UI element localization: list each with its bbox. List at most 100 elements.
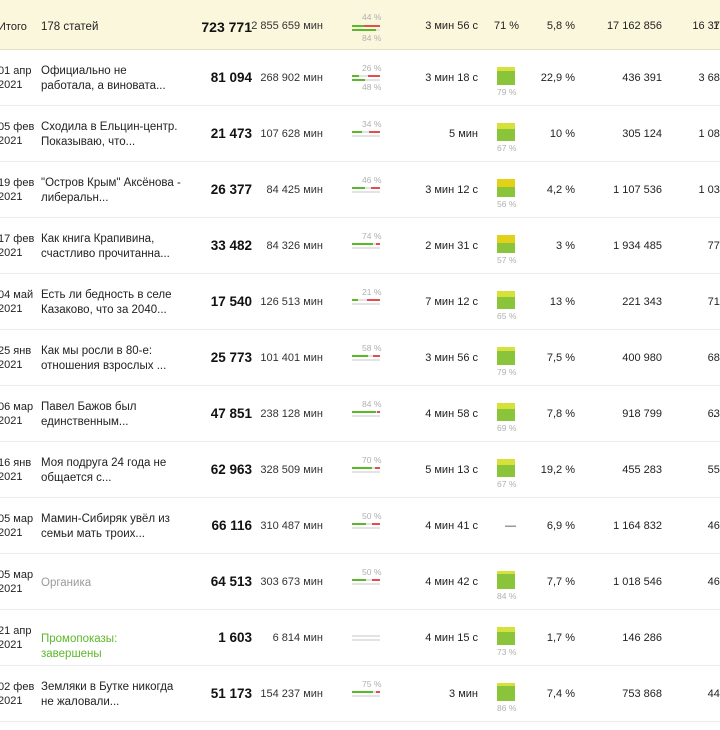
article-row[interactable]: 06 мар 2021 Павел Бажов был единственным..… xyxy=(0,386,720,442)
ctr-top-percent: 74 % xyxy=(362,231,382,241)
article-views: 25 773 xyxy=(210,350,252,365)
total-read-rate: 71 % xyxy=(494,20,520,32)
publish-date: 21 апр 2021 xyxy=(0,624,38,652)
count: 1 084 xyxy=(698,128,720,140)
subscription-rate: 7,5 % xyxy=(546,352,575,364)
publish-date: 19 фев 2021 xyxy=(0,176,38,204)
ctr-bar-top xyxy=(352,131,380,133)
article-title-link[interactable]: Павел Бажов был единственным... xyxy=(41,400,181,430)
read-rate-square xyxy=(497,179,515,197)
article-minutes: 238 128 мин xyxy=(260,408,323,420)
total-subs: 5,8 % xyxy=(546,20,575,32)
ctr-bar-top xyxy=(352,579,380,581)
reach: 918 799 xyxy=(622,408,662,420)
subscription-rate: 6,9 % xyxy=(546,520,575,532)
ctr-bar-top xyxy=(352,467,380,469)
ctr-bar-top xyxy=(352,243,380,245)
ctr-bar-bottom xyxy=(352,135,380,137)
read-rate-percent: 73 % xyxy=(497,647,517,657)
reach: 1 018 546 xyxy=(613,576,662,588)
article-row[interactable]: 05 фев 2021 Сходила в Ельцин-центр. Показы… xyxy=(0,106,720,162)
total-label: Итого xyxy=(0,21,27,33)
publish-day: 25 янв xyxy=(0,345,32,357)
ctr-bar-top xyxy=(352,299,380,301)
article-views: 17 540 xyxy=(210,294,252,309)
read-rate-square xyxy=(497,683,515,701)
subscription-rate: 10 % xyxy=(549,128,575,140)
article-title-link[interactable]: Органика xyxy=(41,576,181,591)
article-row[interactable]: 19 фев 2021 "Остров Крым" Аксёнова - либер… xyxy=(0,162,720,218)
article-minutes: 268 902 мин xyxy=(260,72,323,84)
read-rate-percent: 57 % xyxy=(497,255,517,265)
article-row[interactable]: 01 апр 2021 Официально не работала, а вино… xyxy=(0,50,720,106)
ctr-bar-bottom xyxy=(352,415,380,417)
subscription-rate: 7,4 % xyxy=(546,688,575,700)
article-title-link[interactable]: Моя подруга 24 года не общается с... xyxy=(41,456,181,486)
read-rate-square xyxy=(497,123,515,141)
article-title-link[interactable]: Промопоказы: завершены xyxy=(41,632,181,662)
ctr-bar-bottom xyxy=(352,303,380,305)
subscription-rate: 7,8 % xyxy=(546,408,575,420)
article-title-link[interactable]: Официально не работала, а виновата... xyxy=(41,64,181,94)
count: 446 xyxy=(707,688,720,700)
count: 3 683 xyxy=(698,72,720,84)
avg-read-time: 5 мин xyxy=(449,128,478,140)
publish-year: 2021 xyxy=(0,303,23,315)
article-views: 81 094 xyxy=(210,70,252,85)
ctr-indicator: 84 % xyxy=(352,399,382,439)
article-row[interactable]: 17 фев 2021 Как книга Крапивина, счастливо… xyxy=(0,218,720,274)
article-views: 47 851 xyxy=(210,406,252,421)
article-row[interactable]: 05 мар 2021 Органика 64 513 303 673 мин 50 % 4… xyxy=(0,554,720,610)
ctr-top-percent: 58 % xyxy=(362,343,382,353)
publish-year: 2021 xyxy=(0,415,23,427)
article-row[interactable]: 21 апр 2021 Промопоказы: завершены 1 603 6 8… xyxy=(0,610,720,666)
article-title-link[interactable]: Как книга Крапивина, счастливо прочитанн… xyxy=(41,232,181,262)
article-row[interactable]: 05 мар 2021 Мамин-Сибиряк увёл из семьи ма… xyxy=(0,498,720,554)
article-views: 33 482 xyxy=(210,238,252,253)
ctr-bar-bottom xyxy=(352,247,380,249)
publish-year: 2021 xyxy=(0,527,23,539)
article-row[interactable]: 04 май 2021 Есть ли бедность в селе Казако… xyxy=(0,274,720,330)
publish-date: 01 апр 2021 xyxy=(0,64,38,92)
publish-year: 2021 xyxy=(0,471,23,483)
article-views: 66 116 xyxy=(211,518,252,533)
read-rate-percent: 65 % xyxy=(497,311,517,321)
read-rate-percent: 56 % xyxy=(497,199,517,209)
read-rate-indicator: 84 % xyxy=(497,571,527,601)
article-title-link[interactable]: Как мы росли в 80-е: отношения взрослых … xyxy=(41,344,181,374)
read-rate-square xyxy=(497,571,515,589)
ctr-indicator: 26 % 48 % xyxy=(352,63,382,103)
read-rate-indicator: 57 % xyxy=(497,235,527,265)
ctr-top-percent: 21 % xyxy=(362,287,382,297)
article-title-link[interactable]: Мамин-Сибиряк увёл из семьи мать троих..… xyxy=(41,512,181,542)
article-row[interactable]: 25 янв 2021 Как мы росли в 80-е: отношения… xyxy=(0,330,720,386)
read-rate-percent: 69 % xyxy=(497,423,517,433)
avg-read-time: 3 мин 18 с xyxy=(425,72,478,84)
article-row[interactable]: 16 янв 2021 Моя подруга 24 года не общаетс… xyxy=(0,442,720,498)
count: 463 xyxy=(707,520,720,532)
edge-value: . xyxy=(713,408,717,420)
read-rate-square xyxy=(497,403,515,421)
avg-read-time: 3 мин 56 с xyxy=(425,352,478,364)
article-title-link[interactable]: "Остров Крым" Аксёнова - либеральн... xyxy=(41,176,181,206)
publish-date: 05 мар 2021 xyxy=(0,568,38,596)
publish-date: 25 янв 2021 xyxy=(0,344,38,372)
article-minutes: 303 673 мин xyxy=(260,576,323,588)
ctr-bar-bottom xyxy=(352,527,380,529)
article-title-link[interactable]: Сходила в Ельцин-центр. Показываю, что..… xyxy=(41,120,181,150)
publish-day: 17 фев xyxy=(0,233,35,245)
ctr-bar-top xyxy=(352,635,380,637)
article-minutes: 6 814 мин xyxy=(272,632,323,644)
publish-year: 2021 xyxy=(0,135,23,147)
read-rate-indicator: 65 % xyxy=(497,291,527,321)
ctr-indicator: 21 % xyxy=(352,287,382,327)
read-rate-indicator: 56 % xyxy=(497,179,527,209)
read-rate-indicator: 86 % xyxy=(497,683,527,713)
article-title-link[interactable]: Земляки в Бутке никогда не жаловали... xyxy=(41,680,181,710)
total-time: 3 мин 56 с xyxy=(425,20,478,32)
avg-read-time: 2 мин 31 с xyxy=(425,240,478,252)
article-title-link[interactable]: Есть ли бедность в селе Казаково, что за… xyxy=(41,288,181,318)
ctr-bar-top xyxy=(352,523,380,525)
article-row[interactable]: 02 фев 2021 Земляки в Бутке никогда не жал… xyxy=(0,666,720,722)
article-minutes: 84 425 мин xyxy=(266,184,323,196)
